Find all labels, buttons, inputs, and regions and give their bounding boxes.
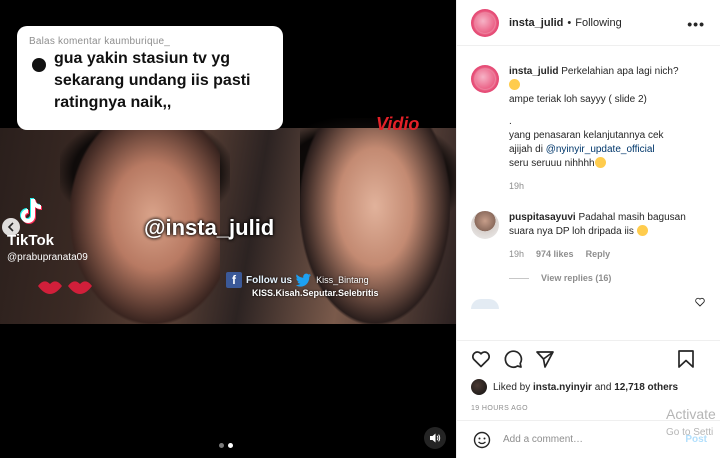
avatar-image	[475, 69, 495, 89]
action-icons	[471, 347, 707, 371]
like-heart-icon[interactable]	[471, 349, 491, 369]
smile-emoji-icon	[509, 79, 520, 90]
twitter-icon	[296, 273, 312, 287]
author-username[interactable]: insta_julid	[509, 17, 563, 29]
following-button[interactable]: Following	[575, 17, 621, 29]
next-comment-preview	[471, 299, 707, 309]
follow-bar-subtitle: KISS.Kisah.Seputar.Selebritis	[252, 288, 379, 298]
caption-line-2: ampe teriak loh sayyy ( slide 2)	[509, 94, 647, 105]
facebook-icon: f	[226, 272, 242, 288]
tiktok-username: @prabupranata09	[7, 252, 88, 263]
emoji-smiley-icon[interactable]	[473, 431, 491, 449]
replies-divider	[509, 277, 529, 279]
caption-line-1: Perkelahian apa lagi nich?	[561, 66, 679, 77]
liked-by-user[interactable]: insta.nyinyir	[533, 382, 592, 393]
caption: insta_julid Perkelahian apa lagi nich? a…	[471, 65, 707, 193]
author-avatar[interactable]	[471, 8, 499, 37]
comment-likes[interactable]: 974 likes	[536, 247, 574, 261]
avatar-image	[475, 12, 495, 33]
caption-time[interactable]: 19h	[509, 179, 707, 193]
commenter-username[interactable]: puspitasayuvi	[509, 212, 576, 223]
carousel-dot-active	[228, 443, 233, 448]
chevron-left-icon	[7, 222, 14, 232]
view-replies-button[interactable]: View replies (16)	[509, 273, 707, 283]
more-options-button[interactable]: •••	[687, 16, 705, 32]
header-separator: •	[567, 16, 572, 29]
add-comment-bar: Post	[457, 420, 720, 458]
caption-avatar[interactable]	[471, 65, 499, 93]
caption-body: insta_julid Perkelahian apa lagi nich? a…	[509, 65, 707, 193]
follow-us-text: Follow us	[246, 274, 293, 286]
post-side-panel: insta_julid • Following ••• insta_julid …	[456, 0, 720, 458]
activate-windows-subtitle: Go to Setti	[666, 427, 714, 438]
carousel-indicator	[219, 443, 233, 448]
twitter-handle: Kiss_Bintang	[316, 275, 369, 285]
overlay-comment-text: gua yakin stasiun tv yg sekarang undang …	[54, 50, 251, 111]
comment-item: puspitasayuvi Padahal masih bagusan suar…	[471, 211, 707, 307]
comment-reply-button[interactable]: Reply	[586, 247, 611, 261]
liker-avatar[interactable]	[471, 379, 487, 395]
grin-emoji-icon	[594, 157, 606, 168]
liked-by-count[interactable]: 12,718 others	[614, 382, 678, 393]
liked-by: Liked by insta.nyinyir and 12,718 others	[471, 379, 707, 395]
caption-mention-link[interactable]: @nyinyir_update_official	[546, 144, 655, 155]
comment-meta: 19h 974 likes Reply	[509, 247, 699, 261]
mute-button[interactable]	[424, 427, 446, 449]
laugh-emoji-icon	[636, 225, 648, 236]
caption-dot: .	[509, 116, 512, 127]
caption-username[interactable]: insta_julid	[509, 66, 558, 77]
comment-body: puspitasayuvi Padahal masih bagusan suar…	[509, 211, 699, 261]
add-comment-input[interactable]	[503, 434, 653, 445]
caption-line-3: yang penasaran kelanjutannya cek	[509, 130, 664, 141]
carousel-dot	[219, 443, 224, 448]
comment-time[interactable]: 19h	[509, 247, 524, 261]
overlay-comment-avatar	[32, 58, 46, 72]
lips-logo-icon	[38, 281, 92, 294]
comment-bubble-icon[interactable]	[503, 349, 523, 369]
carousel-prev-button[interactable]	[2, 218, 20, 236]
post-header: insta_julid • Following •••	[457, 0, 720, 46]
view-replies-label: View replies (16)	[541, 273, 612, 283]
watermark-text: @insta_julid	[144, 215, 275, 240]
speaker-icon	[430, 433, 441, 443]
share-send-icon[interactable]	[535, 349, 555, 369]
save-bookmark-icon[interactable]	[677, 349, 695, 369]
follow-bar: f Follow us Kiss_Bintang	[226, 272, 369, 288]
next-commenter-avatar	[471, 299, 499, 309]
comments-list[interactable]: insta_julid Perkelahian apa lagi nich? a…	[457, 47, 720, 339]
commenter-avatar[interactable]	[471, 211, 499, 239]
liked-by-prefix: Liked by	[493, 381, 531, 393]
vidio-logo: Vidio	[376, 114, 420, 134]
caption-line-4: ajijah di	[509, 144, 543, 155]
overlay-comment-header: Balas komentar kaumburique_	[29, 36, 171, 47]
post-media[interactable]: Balas komentar kaumburique_ gua yakin st…	[0, 0, 456, 458]
activate-windows-title: Activate	[666, 406, 716, 422]
liked-by-conj: and	[594, 381, 612, 393]
caption-line-5: seru seruuu nihhhh	[509, 158, 595, 169]
